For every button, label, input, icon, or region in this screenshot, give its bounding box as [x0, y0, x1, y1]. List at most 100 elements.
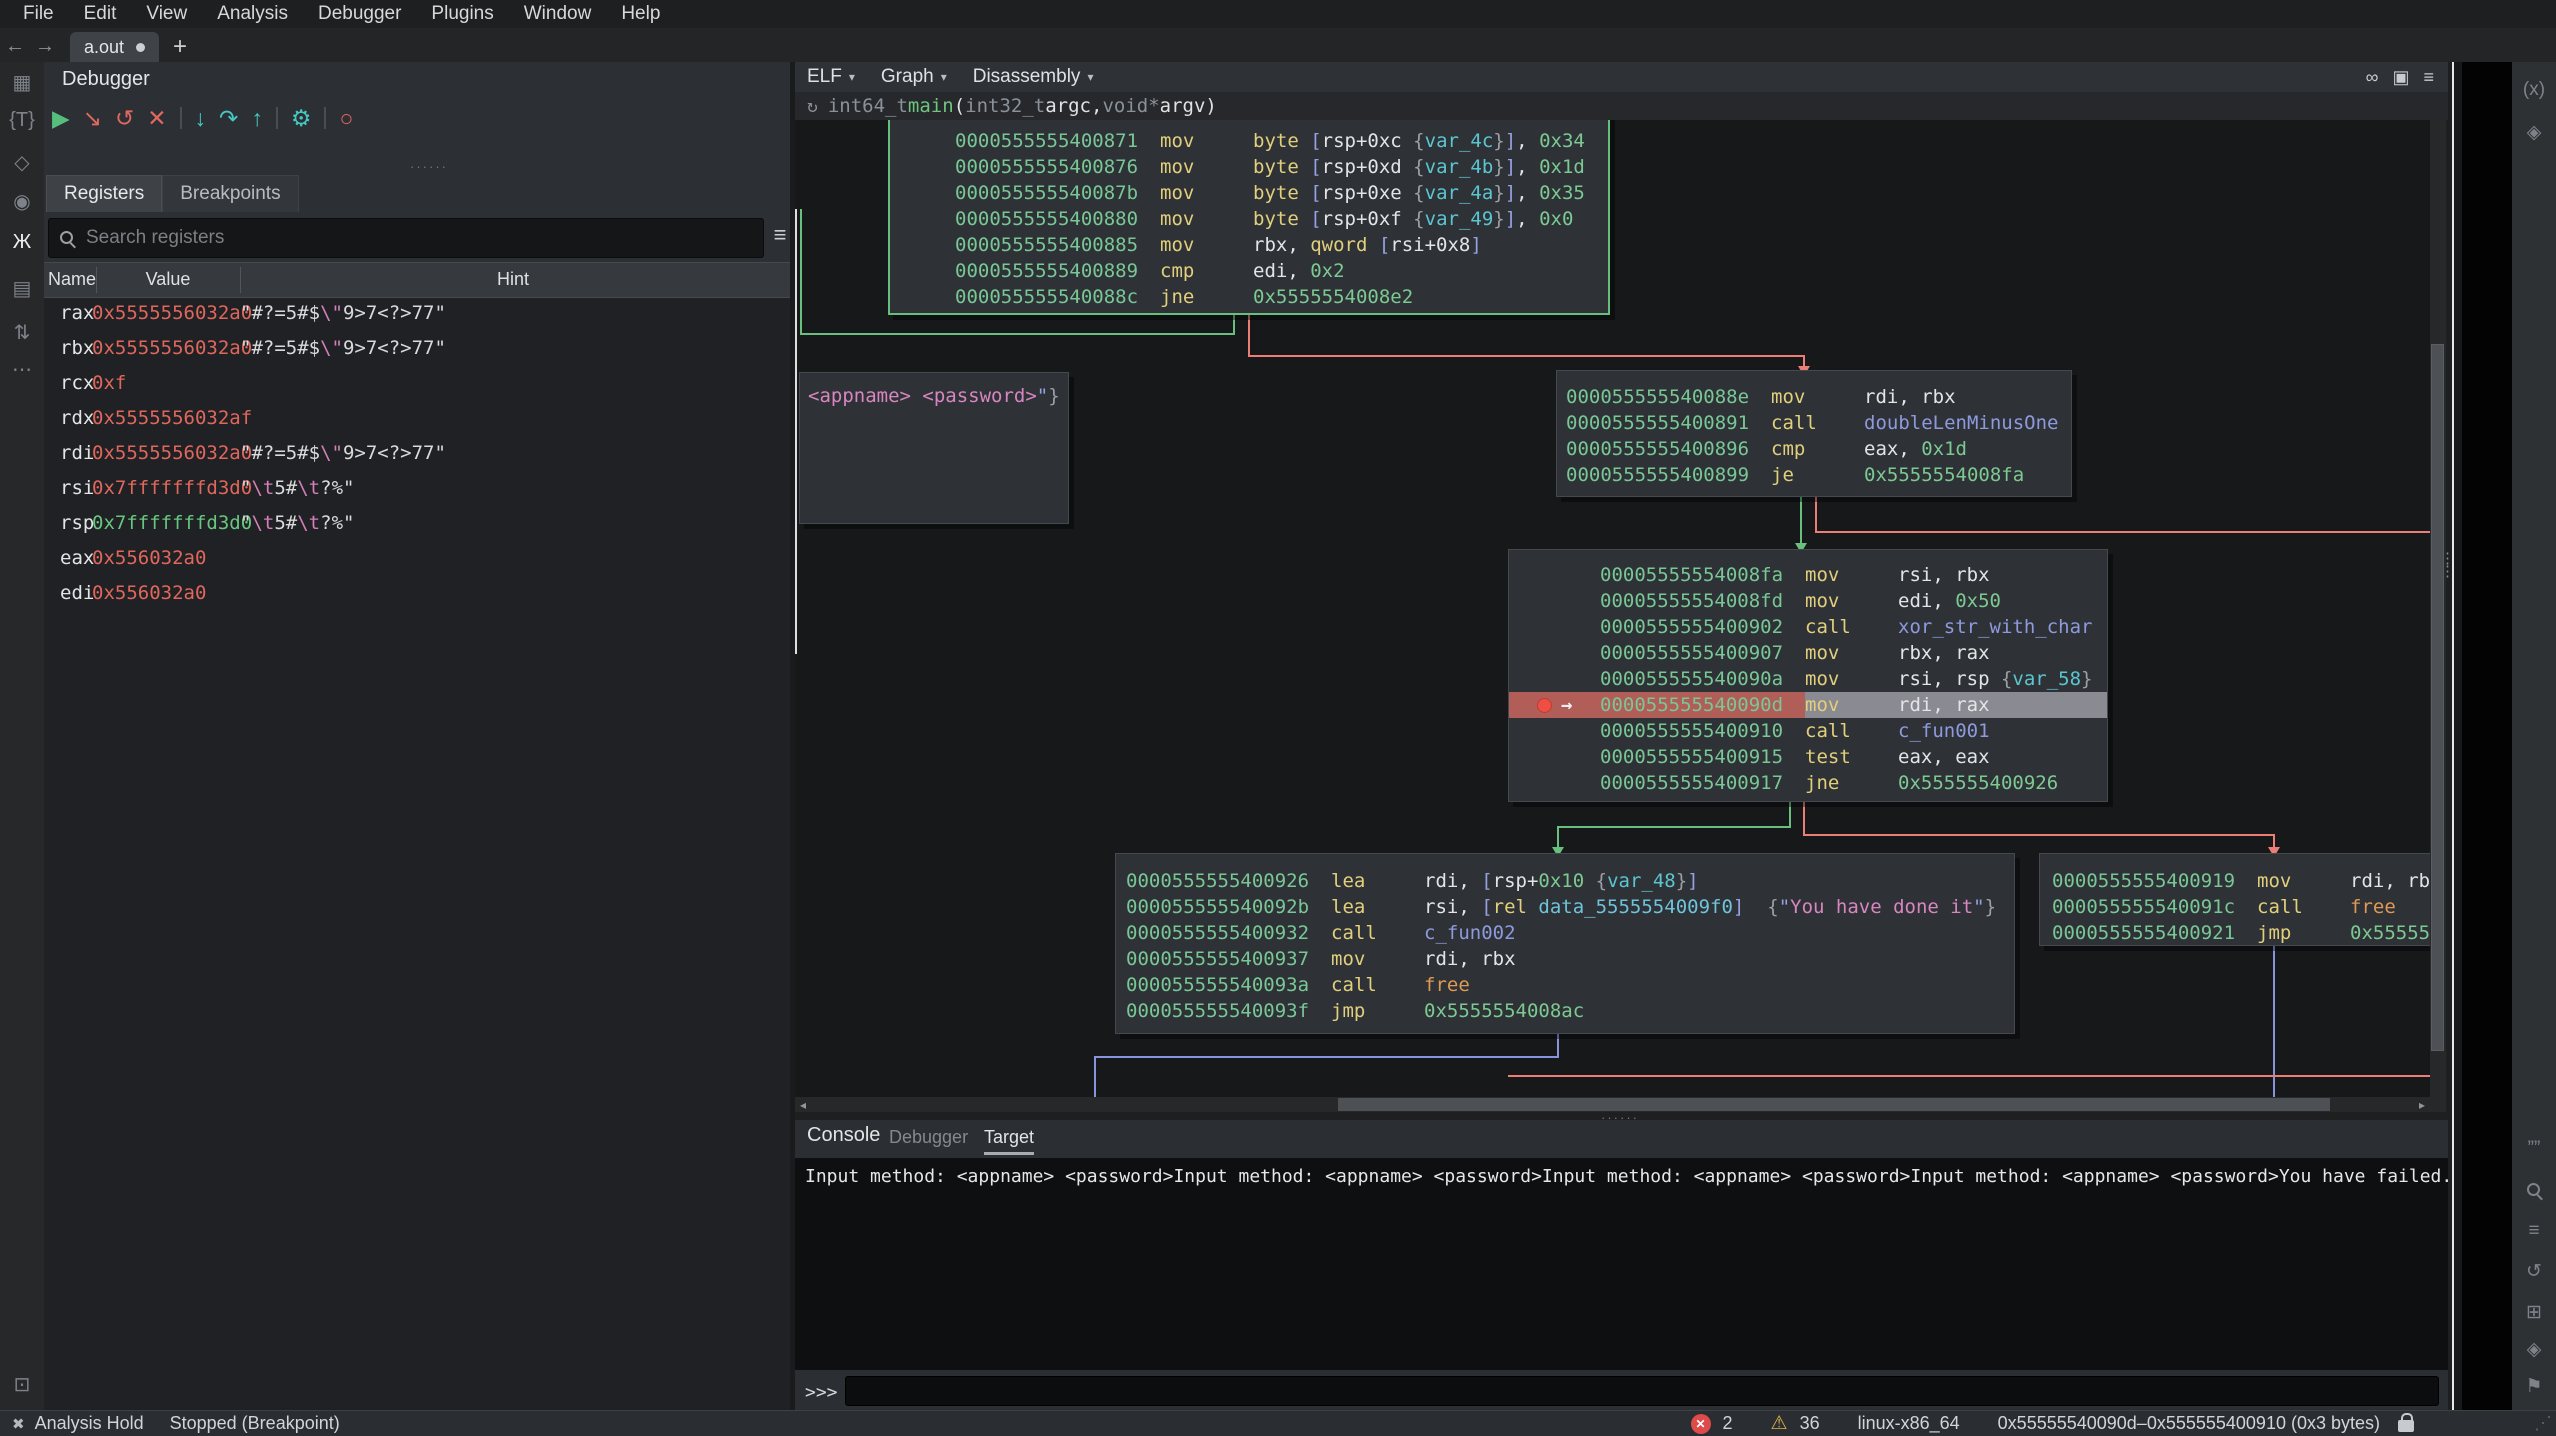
functions-icon[interactable]: {T} — [0, 100, 44, 140]
console-command-input[interactable] — [845, 1376, 2439, 1406]
class-hierarchy-icon[interactable]: ▤ — [0, 268, 44, 308]
splitter-handle[interactable]: ⋮⋮ — [2440, 552, 2455, 578]
graph-block-blk-appname[interactable]: <appname> <password>"} — [799, 372, 1069, 524]
instruction-row[interactable]: →000055555540090dmovrdi, rax — [1509, 692, 2107, 718]
forward-button[interactable]: → — [30, 30, 60, 62]
instruction-row[interactable]: 0000555555400902callxor_str_with_char — [1509, 614, 2107, 640]
panel-menu-icon[interactable]: ≡ — [2423, 67, 2434, 88]
tab-registers[interactable]: Registers — [46, 175, 162, 212]
graph-block-blk-0x871[interactable]: 0000555555400871movbyte [rsp+0xc {var_4c… — [888, 120, 1610, 315]
history-icon[interactable]: ↺ — [2512, 1251, 2556, 1291]
graph-menu-graph[interactable]: Graph▾ — [881, 66, 947, 88]
instruction-row[interactable]: 0000555555400937movrdi, rbx — [1116, 946, 2014, 972]
instruction-row[interactable]: 00005555554008famovrsi, rbx — [1509, 562, 2107, 588]
menu-item-window[interactable]: Window — [509, 0, 607, 28]
stack-icon[interactable]: ◈ — [2512, 1329, 2556, 1369]
bookmarks-icon[interactable]: ◉ — [0, 181, 44, 221]
instruction-row[interactable]: 0000555555400907movrbx, rax — [1509, 640, 2107, 666]
graph-menu-disassembly[interactable]: Disassembly▾ — [973, 66, 1094, 88]
table-row[interactable]: rsi0x7fffffffd3d0"\t5#\t?%" — [44, 471, 790, 506]
graph-menu-elf[interactable]: ELF▾ — [807, 66, 855, 88]
new-tab-button[interactable]: + — [173, 32, 187, 62]
layers-icon[interactable]: ◈ — [2512, 112, 2556, 152]
console-dock-icon[interactable]: ⊡ — [0, 1364, 44, 1404]
menu-item-analysis[interactable]: Analysis — [202, 0, 303, 28]
table-row[interactable]: rdi0x5555556032a0"#?=5#$\"9>7<?>77" — [44, 436, 790, 471]
step-over-button[interactable]: ↷ — [219, 107, 238, 130]
import-export-icon[interactable]: ⇅ — [0, 312, 44, 352]
continue-button[interactable]: ▶ — [52, 107, 70, 130]
column-header-value[interactable]: Value — [96, 263, 240, 296]
graph-block-blk-0x919[interactable]: 0000555555400919movrdi, rbx 0000555555400… — [2039, 853, 2430, 946]
instruction-row[interactable]: 0000555555400871movbyte [rsp+0xc {var_4c… — [890, 128, 1608, 154]
menu-item-help[interactable]: Help — [606, 0, 675, 28]
attach-button[interactable]: ↘ — [83, 107, 102, 130]
column-header-name[interactable]: Name — [48, 263, 96, 296]
column-separator[interactable] — [96, 267, 97, 293]
scrollbar-thumb[interactable] — [2431, 344, 2444, 1051]
graph-block-blk-0x926[interactable]: 0000555555400926leardi, [rsp+0x10 {var_4… — [1115, 853, 2015, 1034]
instruction-row[interactable]: 0000555555400899je0x5555554008fa — [1557, 462, 2071, 488]
sync-link-icon[interactable]: ∞ — [2366, 67, 2379, 88]
instruction-row[interactable]: 0000555555400932callc_fun002 — [1116, 920, 2014, 946]
instruction-row[interactable]: 0000555555400917jne0x555555400926 — [1509, 770, 2107, 796]
instruction-row[interactable]: 000055555540090amovrsi, rsp {var_58} — [1509, 666, 2107, 692]
table-row[interactable]: rdx0x5555556032af — [44, 401, 790, 436]
instruction-row[interactable]: 0000555555400885movrbx, qword [rsi+0x8] — [890, 232, 1608, 258]
breakpoint-dot[interactable] — [1537, 698, 1552, 713]
step-out-button[interactable]: ↑ — [251, 107, 263, 130]
instruction-row[interactable]: 0000555555400919movrdi, rbx — [2040, 868, 2430, 894]
step-into-button[interactable]: ↓ — [195, 107, 207, 130]
graph-block-blk-0x8fa[interactable]: 00005555554008famovrsi, rbx 0000555555400… — [1508, 549, 2108, 802]
table-row[interactable]: rbx0x5555556032a0"#?=5#$\"9>7<?>77" — [44, 331, 790, 366]
analysis-icon[interactable]: ✖ — [12, 1415, 25, 1433]
menu-item-debugger[interactable]: Debugger — [303, 0, 416, 28]
scroll-right-arrow[interactable]: ▸ — [2414, 1098, 2430, 1112]
file-tab[interactable]: a.out — [70, 32, 159, 62]
strings-icon[interactable]: ”” — [2512, 1129, 2556, 1169]
menu-item-view[interactable]: View — [131, 0, 202, 28]
instruction-row[interactable]: 000055555540093fjmp0x5555554008ac — [1116, 998, 2014, 1024]
instruction-row[interactable]: 0000555555400896cmpeax, 0x1d — [1557, 436, 2071, 462]
tab-breakpoints[interactable]: Breakpoints — [162, 175, 298, 212]
splitter-handle[interactable] — [410, 158, 448, 176]
instruction-row[interactable]: 0000555555400915testeax, eax — [1509, 744, 2107, 770]
graph-block-blk-0x88e[interactable]: 000055555540088emovrdi, rbx0000555555400… — [1556, 370, 2072, 497]
graph-canvas[interactable]: 0000555555400871movbyte [rsp+0xc {var_4c… — [795, 120, 2430, 1097]
menu-item-plugins[interactable]: Plugins — [416, 0, 508, 28]
instruction-row[interactable]: 000055555540088emovrdi, rbx — [1557, 384, 2071, 410]
tab-modified-dot[interactable] — [136, 43, 145, 52]
scrollbar-thumb[interactable] — [1338, 1098, 2330, 1111]
warning-icon[interactable]: ⚠ — [1771, 1412, 1788, 1435]
instruction-row[interactable]: 000055555540087bmovbyte [rsp+0xe {var_4a… — [890, 180, 1608, 206]
rename-widget-icon[interactable]: ▣ — [2392, 67, 2409, 88]
error-badge-icon[interactable]: ✕ — [1691, 1414, 1711, 1434]
instruction-row[interactable]: 0000555555400880movbyte [rsp+0xf {var_49… — [890, 206, 1608, 232]
widgets-grid-icon[interactable]: ⊞ — [2512, 1292, 2556, 1332]
list-icon[interactable]: ≡ — [2512, 1211, 2556, 1251]
search-input[interactable] — [84, 226, 763, 250]
restart-button[interactable]: ↺ — [115, 107, 134, 130]
table-row[interactable]: edi0x556032a0 — [44, 576, 790, 611]
column-separator[interactable] — [240, 267, 241, 293]
lock-icon[interactable] — [2398, 1420, 2414, 1432]
instruction-row[interactable]: 0000555555400910callc_fun001 — [1509, 718, 2107, 744]
console-tab-target[interactable]: Target — [984, 1127, 1034, 1148]
instruction-row[interactable]: 0000555555400921jmp0x5555554008ac — [2040, 920, 2430, 946]
instruction-row[interactable]: 0000555555400926leardi, [rsp+0x10 {var_4… — [1116, 868, 2014, 894]
debugger-icon[interactable]: Ж — [0, 222, 44, 262]
instruction-row[interactable]: 000055555540092blearsi, [rel data_555555… — [1116, 894, 2014, 920]
scroll-left-arrow[interactable]: ◂ — [795, 1098, 811, 1112]
instruction-row[interactable]: 000055555540088cjne0x5555554008e2 — [890, 284, 1608, 310]
flags-icon[interactable]: ⚑ — [2512, 1366, 2556, 1406]
table-row[interactable]: eax0x556032a0 — [44, 541, 790, 576]
string-row[interactable]: <appname> <password>"} — [808, 383, 1068, 409]
refresh-icon[interactable]: ↻ — [807, 96, 818, 117]
column-header-hint[interactable]: Hint — [240, 263, 786, 296]
settings-button[interactable]: ⚙ — [291, 107, 312, 130]
breakpoint-button[interactable]: ○ — [339, 107, 353, 130]
instruction-row[interactable]: 0000555555400891calldoubleLenMinusOne — [1557, 410, 2071, 436]
search-icon[interactable] — [2512, 1170, 2556, 1210]
menu-item-edit[interactable]: Edit — [69, 0, 132, 28]
graph-vertical-scrollbar[interactable] — [2430, 120, 2446, 1097]
